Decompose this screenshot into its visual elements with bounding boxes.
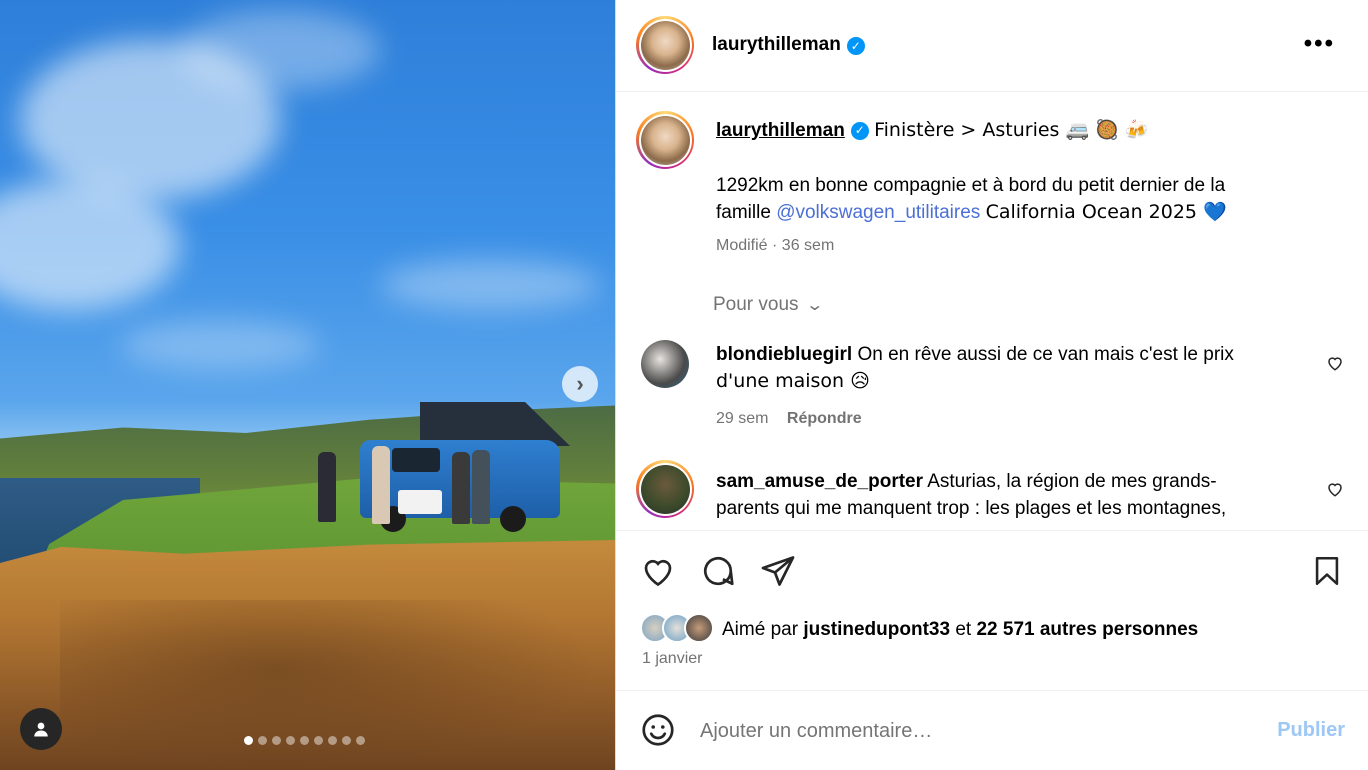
post-date[interactable]: 1 janvier — [642, 650, 702, 668]
comment: blondiebluegirl On en rêve aussi de ce v… — [716, 341, 1316, 395]
comment-text: On en rêve aussi de ce van mais c'est le… — [857, 344, 1234, 365]
photo-table — [398, 490, 442, 514]
carousel-dot — [244, 736, 253, 745]
more-options-icon[interactable]: ••• — [1304, 30, 1335, 58]
van-wheel — [500, 506, 526, 532]
carousel-dot — [300, 736, 309, 745]
comment-composer: Publier — [616, 690, 1368, 770]
carousel-dot — [342, 736, 351, 745]
photo-person — [372, 446, 390, 524]
comment-text: parents qui me manquent trop : les plage… — [716, 498, 1227, 519]
post-panel: laurythilleman ✓ ••• laurythilleman ✓ Fini… — [615, 0, 1368, 770]
heart-icon — [1328, 357, 1342, 371]
carousel-dot — [314, 736, 323, 745]
paper-plane-icon — [761, 556, 795, 586]
caption-avatar[interactable] — [636, 111, 694, 169]
like-button[interactable] — [640, 553, 676, 594]
smiley-icon — [642, 714, 674, 746]
photo-person — [452, 452, 470, 524]
chevron-right-icon: › — [576, 371, 584, 396]
comment-text: Asturias, la région de mes grands- — [927, 471, 1217, 492]
verified-badge-icon: ✓ — [850, 121, 869, 140]
likes-summary: Aimé par justinedupont33 et 22 571 autre… — [722, 619, 1199, 640]
comment: sam_amuse_de_porter Asturias, la région … — [716, 468, 1316, 522]
carousel-next-button[interactable]: › — [562, 366, 598, 402]
likes-count-link[interactable]: 22 571 autres personnes — [976, 619, 1198, 640]
caption: laurythilleman ✓ Finistère > Asturies 🚐 🥘… — [716, 117, 1336, 144]
publish-button[interactable]: Publier — [1277, 719, 1345, 742]
save-button[interactable] — [1310, 553, 1344, 594]
mention-link[interactable]: @volkswagen_utilitaires — [776, 202, 980, 223]
carousel-dot — [272, 736, 281, 745]
liker-username[interactable]: justinedupont33 — [803, 619, 950, 640]
sky-cloud — [180, 10, 380, 90]
comment-time: 29 sem — [716, 410, 769, 427]
reply-button[interactable]: Répondre — [787, 410, 862, 427]
comment-filter-dropdown[interactable]: Pour vous ⌄ — [713, 294, 824, 316]
caption-line: famille @volkswagen_utilitaires Californ… — [716, 201, 1227, 223]
comment-username[interactable]: sam_amuse_de_porter — [716, 471, 923, 492]
comment-input[interactable] — [700, 715, 1260, 747]
verified-badge-icon: ✓ — [846, 36, 865, 55]
sky-cloud — [380, 260, 600, 310]
commenter-avatar[interactable] — [641, 340, 689, 388]
comment-button[interactable] — [700, 553, 736, 594]
caption-body: 1292km en bonne compagnie et à bord du p… — [716, 172, 1336, 226]
van-window — [392, 448, 440, 472]
caption-line: 1292km en bonne compagnie et à bord du p… — [716, 175, 1226, 196]
comment-text: d'une maison 😥 — [716, 370, 870, 392]
author-username[interactable]: laurythilleman — [712, 34, 841, 55]
photo-person — [472, 450, 490, 524]
carousel-indicator — [244, 736, 365, 745]
post-header: laurythilleman ✓ ••• — [616, 0, 1368, 92]
chevron-down-icon: ⌄ — [805, 297, 824, 314]
caption-meta: Modifié · 36 sem — [716, 237, 835, 254]
comment-username[interactable]: blondiebluegirl — [716, 344, 852, 365]
like-comment-button[interactable] — [1326, 480, 1344, 503]
emoji-picker-button[interactable] — [640, 712, 676, 753]
author-avatar[interactable] — [636, 16, 694, 74]
carousel-dot — [258, 736, 267, 745]
tagged-users-button[interactable] — [20, 708, 62, 750]
carousel-dot — [356, 736, 365, 745]
heart-icon — [644, 559, 672, 587]
like-comment-button[interactable] — [1326, 354, 1344, 377]
bookmark-icon — [1315, 556, 1339, 586]
caption-username[interactable]: laurythilleman — [716, 120, 845, 141]
carousel-dot — [286, 736, 295, 745]
comment-bubble-icon — [703, 556, 734, 586]
carousel-dot — [328, 736, 337, 745]
heart-icon — [1328, 483, 1342, 497]
sky-cloud — [120, 320, 320, 370]
commenter-avatar[interactable] — [636, 460, 694, 518]
comments-scroll-area[interactable]: laurythilleman ✓ Finistère > Asturies 🚐 🥘… — [616, 92, 1368, 530]
person-icon — [34, 722, 48, 737]
caption-title: Finistère > Asturies 🚐 🥘 🍻 — [874, 119, 1149, 141]
post-photo[interactable]: › — [0, 0, 615, 770]
liker-avatars — [640, 613, 720, 643]
share-button[interactable] — [760, 553, 796, 594]
action-bar: Aimé par justinedupont33 et 22 571 autre… — [616, 530, 1368, 690]
photo-person — [318, 452, 336, 522]
